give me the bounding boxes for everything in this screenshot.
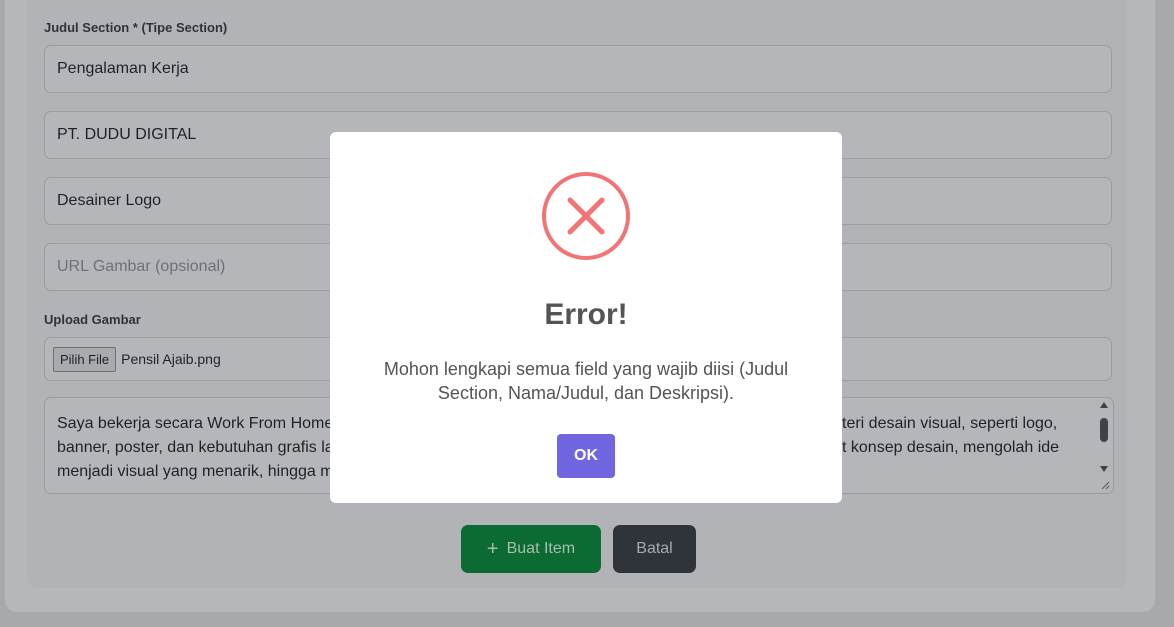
description-line-3: menjadi visual yang menarik, hingga m (57, 463, 334, 480)
description-line-1: Saya bekerja secara Work From Home ( (57, 415, 344, 432)
file-name: Pensil Ajaib.png (121, 351, 221, 367)
scroll-up-icon[interactable] (1100, 402, 1108, 408)
section-title-label: Judul Section * (Tipe Section) (44, 20, 228, 35)
description-line-2: banner, poster, dan kebutuhan grafis la (57, 439, 334, 456)
textarea-scrollbar[interactable] (1097, 400, 1111, 492)
dialog-title: Error! (544, 298, 628, 331)
create-item-button[interactable]: + Buat Item (461, 525, 601, 573)
description-line-2-right: t konsep desain, mengolah ide (842, 439, 1060, 456)
section-title-input[interactable]: Pengalaman Kerja (44, 45, 1112, 93)
description-line-1-right: teri desain visual, seperti logo, (842, 415, 1058, 432)
create-item-label: Buat Item (506, 540, 576, 557)
error-x-icon (542, 172, 630, 260)
scroll-down-icon[interactable] (1100, 466, 1108, 472)
dialog-message: Mohon lengkapi semua field yang wajib di… (383, 359, 789, 403)
upload-label: Upload Gambar (44, 312, 141, 327)
plus-icon: + (486, 537, 499, 560)
error-dialog: Error! Mohon lengkapi semua field yang w… (330, 132, 842, 503)
scroll-thumb[interactable] (1100, 418, 1108, 442)
choose-file-button[interactable]: Pilih File (53, 346, 117, 372)
ok-button[interactable]: OK (557, 434, 615, 478)
resize-handle-icon[interactable] (1100, 480, 1110, 490)
cancel-button[interactable]: Batal (613, 525, 696, 573)
